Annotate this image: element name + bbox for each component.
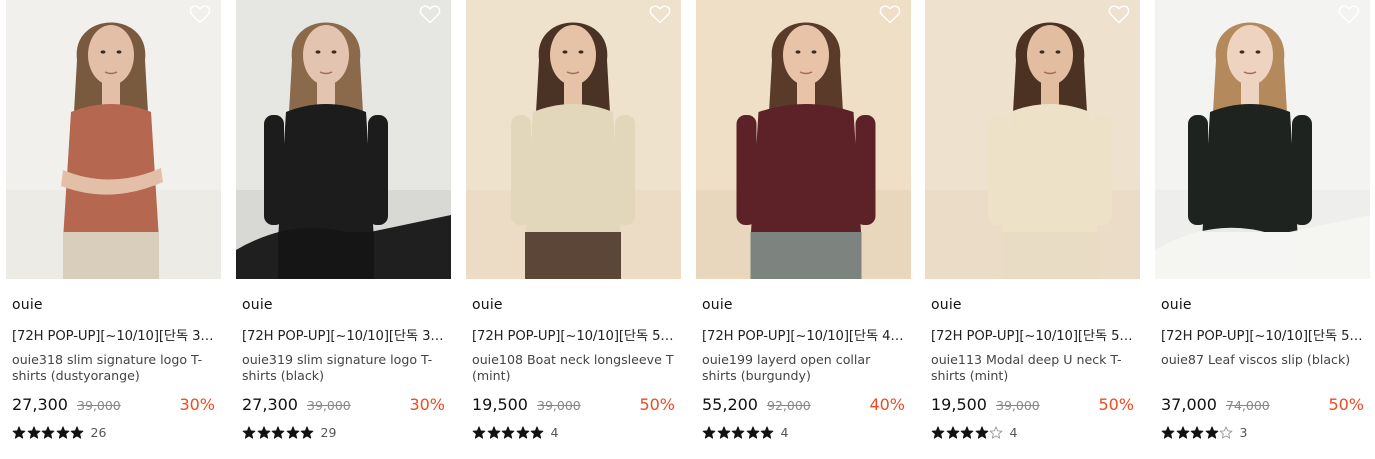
star-filled-icon	[1161, 425, 1176, 439]
product-image[interactable]	[696, 0, 911, 279]
review-count: 29	[320, 424, 337, 440]
review-count: 4	[780, 424, 789, 440]
star-filled-icon	[731, 425, 746, 439]
product-promo-title[interactable]: [72H POP-UP][~10/10][단독 50...	[472, 325, 679, 344]
product-brand[interactable]: ouie	[242, 297, 273, 313]
star-filled-icon	[1176, 425, 1191, 439]
discount-rate: 50%	[1328, 395, 1364, 414]
star-filled-icon	[242, 425, 257, 439]
rating-stars: 4	[702, 424, 789, 440]
product-card[interactable]: ouie [72H POP-UP][~10/10][단독 50... ouie8…	[1155, 0, 1370, 459]
wishlist-heart-icon[interactable]	[1108, 4, 1130, 24]
product-image[interactable]	[1155, 0, 1370, 279]
star-filled-icon	[946, 425, 961, 439]
rating-stars: 4	[931, 424, 1018, 440]
product-promo-title[interactable]: [72H POP-UP][~10/10][단독 30...	[242, 325, 449, 344]
star-filled-icon	[472, 425, 487, 439]
product-name[interactable]: ouie319 slim signature logo T-shirts (bl…	[242, 352, 447, 384]
wishlist-heart-icon[interactable]	[419, 4, 441, 24]
product-brand[interactable]: ouie	[702, 297, 733, 313]
discount-rate: 30%	[409, 395, 445, 414]
star-filled-icon	[1190, 425, 1205, 439]
product-card[interactable]: ouie [72H POP-UP][~10/10][단독 30... ouie3…	[236, 0, 451, 459]
wishlist-heart-icon[interactable]	[189, 4, 211, 24]
rating-stars: 29	[242, 424, 337, 440]
review-count: 4	[1009, 424, 1018, 440]
original-price: 74,000	[1226, 398, 1270, 413]
star-filled-icon	[487, 425, 502, 439]
review-count: 26	[90, 424, 107, 440]
star-filled-icon	[501, 425, 516, 439]
sale-price: 55,200	[702, 395, 758, 414]
product-image[interactable]	[466, 0, 681, 279]
wishlist-heart-icon[interactable]	[879, 4, 901, 24]
star-filled-icon	[27, 425, 42, 439]
product-promo-title[interactable]: [72H POP-UP][~10/10][단독 50...	[931, 325, 1138, 344]
product-card[interactable]: ouie [72H POP-UP][~10/10][단독 50... ouie1…	[466, 0, 681, 459]
star-filled-icon	[960, 425, 975, 439]
sale-price: 19,500	[931, 395, 987, 414]
star-filled-icon	[760, 425, 775, 439]
star-filled-icon	[300, 425, 315, 439]
discount-rate: 40%	[869, 395, 905, 414]
star-filled-icon	[702, 425, 717, 439]
star-filled-icon	[931, 425, 946, 439]
product-brand[interactable]: ouie	[12, 297, 43, 313]
star-filled-icon	[717, 425, 732, 439]
product-name[interactable]: ouie199 layerd open collar shirts (burgu…	[702, 352, 907, 384]
product-image[interactable]	[236, 0, 451, 279]
review-count: 3	[1239, 424, 1248, 440]
product-grid: ouie [72H POP-UP][~10/10][단독 30... ouie3…	[0, 0, 1375, 459]
rating-stars: 4	[472, 424, 559, 440]
discount-rate: 30%	[179, 395, 215, 414]
star-empty-icon	[989, 425, 1004, 439]
star-filled-icon	[70, 425, 85, 439]
product-image[interactable]	[925, 0, 1140, 279]
product-name[interactable]: ouie108 Boat neck longsleeve T (mint)	[472, 352, 677, 384]
review-count: 4	[550, 424, 559, 440]
product-card[interactable]: ouie [72H POP-UP][~10/10][단독 40... ouie1…	[696, 0, 911, 459]
star-filled-icon	[286, 425, 301, 439]
product-brand[interactable]: ouie	[472, 297, 503, 313]
star-filled-icon	[516, 425, 531, 439]
product-card[interactable]: ouie [72H POP-UP][~10/10][단독 50... ouie1…	[925, 0, 1140, 459]
star-filled-icon	[975, 425, 990, 439]
product-promo-title[interactable]: [72H POP-UP][~10/10][단독 30...	[12, 325, 219, 344]
wishlist-heart-icon[interactable]	[649, 4, 671, 24]
product-name[interactable]: ouie318 slim signature logo T-shirts (du…	[12, 352, 217, 384]
rating-stars: 3	[1161, 424, 1248, 440]
original-price: 39,000	[537, 398, 581, 413]
discount-rate: 50%	[1098, 395, 1134, 414]
original-price: 39,000	[77, 398, 121, 413]
sale-price: 27,300	[12, 395, 68, 414]
original-price: 92,000	[767, 398, 811, 413]
product-brand[interactable]: ouie	[931, 297, 962, 313]
star-filled-icon	[530, 425, 545, 439]
star-filled-icon	[257, 425, 272, 439]
sale-price: 19,500	[472, 395, 528, 414]
star-filled-icon	[12, 425, 27, 439]
discount-rate: 50%	[639, 395, 675, 414]
product-promo-title[interactable]: [72H POP-UP][~10/10][단독 50...	[1161, 325, 1368, 344]
original-price: 39,000	[996, 398, 1040, 413]
original-price: 39,000	[307, 398, 351, 413]
sale-price: 37,000	[1161, 395, 1217, 414]
product-card[interactable]: ouie [72H POP-UP][~10/10][단독 30... ouie3…	[6, 0, 221, 459]
star-empty-icon	[1219, 425, 1234, 439]
product-promo-title[interactable]: [72H POP-UP][~10/10][단독 40...	[702, 325, 909, 344]
star-filled-icon	[746, 425, 761, 439]
star-filled-icon	[271, 425, 286, 439]
rating-stars: 26	[12, 424, 107, 440]
product-name[interactable]: ouie113 Modal deep U neck T-shirts (mint…	[931, 352, 1136, 384]
wishlist-heart-icon[interactable]	[1338, 4, 1360, 24]
star-filled-icon	[56, 425, 71, 439]
sale-price: 27,300	[242, 395, 298, 414]
product-image[interactable]	[6, 0, 221, 279]
star-filled-icon	[41, 425, 56, 439]
product-brand[interactable]: ouie	[1161, 297, 1192, 313]
star-filled-icon	[1205, 425, 1220, 439]
product-name[interactable]: ouie87 Leaf viscos slip (black)	[1161, 352, 1366, 368]
